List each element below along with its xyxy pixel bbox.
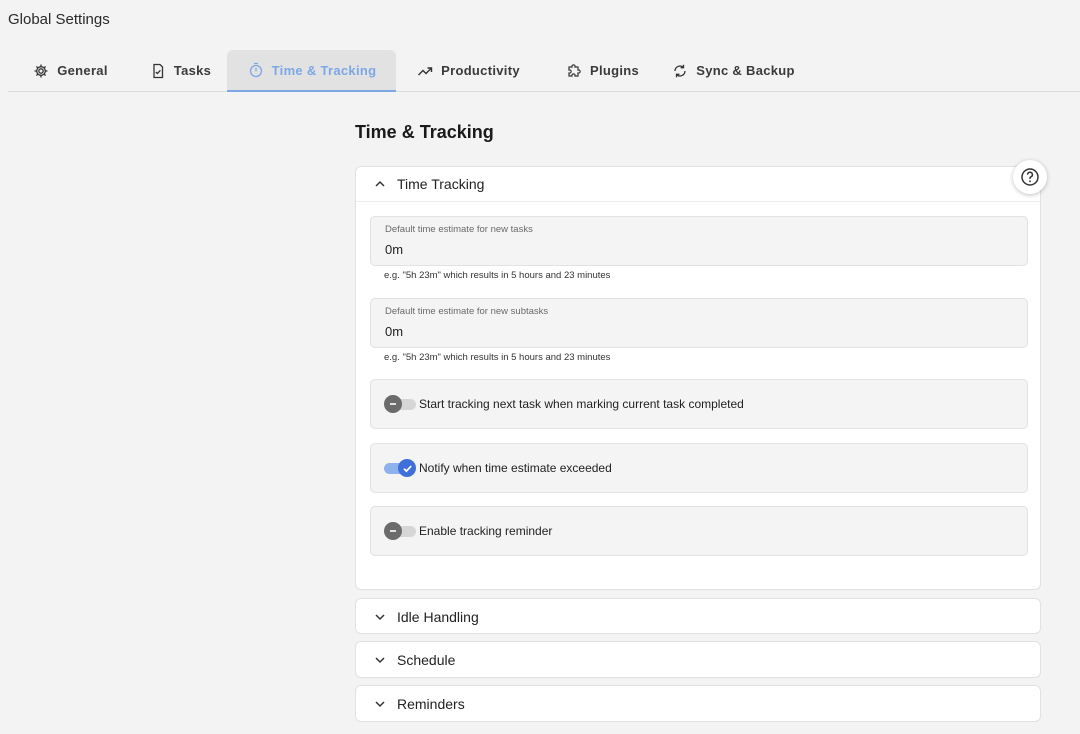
toggle-switch[interactable] [384,459,416,477]
time-tracking-header[interactable]: Time Tracking [356,167,1040,202]
field-label: Default time estimate for new tasks [385,224,533,235]
help-icon [1020,167,1040,187]
task-check-icon [149,62,167,80]
page-title: Global Settings [8,11,110,28]
toggle-label: Start tracking next task when marking cu… [419,397,744,411]
chevron-down-icon [372,652,388,668]
task-estimate-field[interactable]: Default time estimate for new tasks 0m [370,216,1028,266]
puzzle-icon [565,62,583,80]
field-hint: e.g. "5h 23m" which results in 5 hours a… [384,352,611,363]
toggle-switch[interactable] [384,395,416,413]
toggle-label: Enable tracking reminder [419,524,553,538]
panel-title: Schedule [397,651,456,668]
panel-title: Time Tracking [397,176,485,192]
time-tracking-panel: Time Tracking Default time estimate for … [355,166,1041,590]
check-icon [398,459,416,477]
timer-icon [247,61,265,79]
chevron-up-icon [372,176,388,192]
tab-label: Tasks [173,63,212,78]
tab-time-tracking[interactable]: Time & Tracking [227,50,396,92]
field-value[interactable]: 0m [385,242,403,257]
toggle-row-start-next-task[interactable]: Start tracking next task when marking cu… [370,379,1028,429]
toggle-switch[interactable] [384,522,416,540]
schedule-panel: Schedule [355,641,1041,678]
idle-handling-panel: Idle Handling [355,598,1041,634]
tab-sync-backup[interactable]: Sync & Backup [666,50,800,91]
idle-handling-header[interactable]: Idle Handling [356,599,1040,634]
help-button[interactable] [1013,160,1047,194]
tab-label: General [57,63,108,78]
toggle-label: Notify when time estimate exceeded [419,461,612,475]
tab-tasks[interactable]: Tasks [138,50,222,91]
chevron-down-icon [372,696,388,712]
reminders-header[interactable]: Reminders [356,686,1040,721]
section-title: Time & Tracking [355,122,494,142]
minus-icon [384,395,402,413]
tab-label: Time & Tracking [271,62,377,78]
tab-label: Productivity [441,63,520,78]
field-value[interactable]: 0m [385,324,403,339]
tab-plugins[interactable]: Plugins [554,50,650,91]
reminders-panel: Reminders [355,685,1041,722]
panel-title: Idle Handling [397,608,479,625]
toggle-row-tracking-reminder[interactable]: Enable tracking reminder [370,506,1028,556]
panel-title: Reminders [397,695,465,712]
tab-general[interactable]: General [20,50,120,91]
tab-label: Sync & Backup [696,63,795,78]
settings-tabs: General Tasks Time & Tracking Productivi… [8,50,1080,92]
toggle-row-notify-estimate[interactable]: Notify when time estimate exceeded [370,443,1028,493]
tab-label: Plugins [589,63,640,78]
field-hint: e.g. "5h 23m" which results in 5 hours a… [384,270,611,281]
chevron-down-icon [372,609,388,625]
schedule-header[interactable]: Schedule [356,642,1040,677]
subtask-estimate-field[interactable]: Default time estimate for new subtasks 0… [370,298,1028,348]
field-label: Default time estimate for new subtasks [385,306,549,317]
sync-icon [671,62,689,80]
tab-productivity[interactable]: Productivity [408,50,528,91]
minus-icon [384,522,402,540]
trending-up-icon [416,62,434,80]
gear-icon [32,62,50,80]
